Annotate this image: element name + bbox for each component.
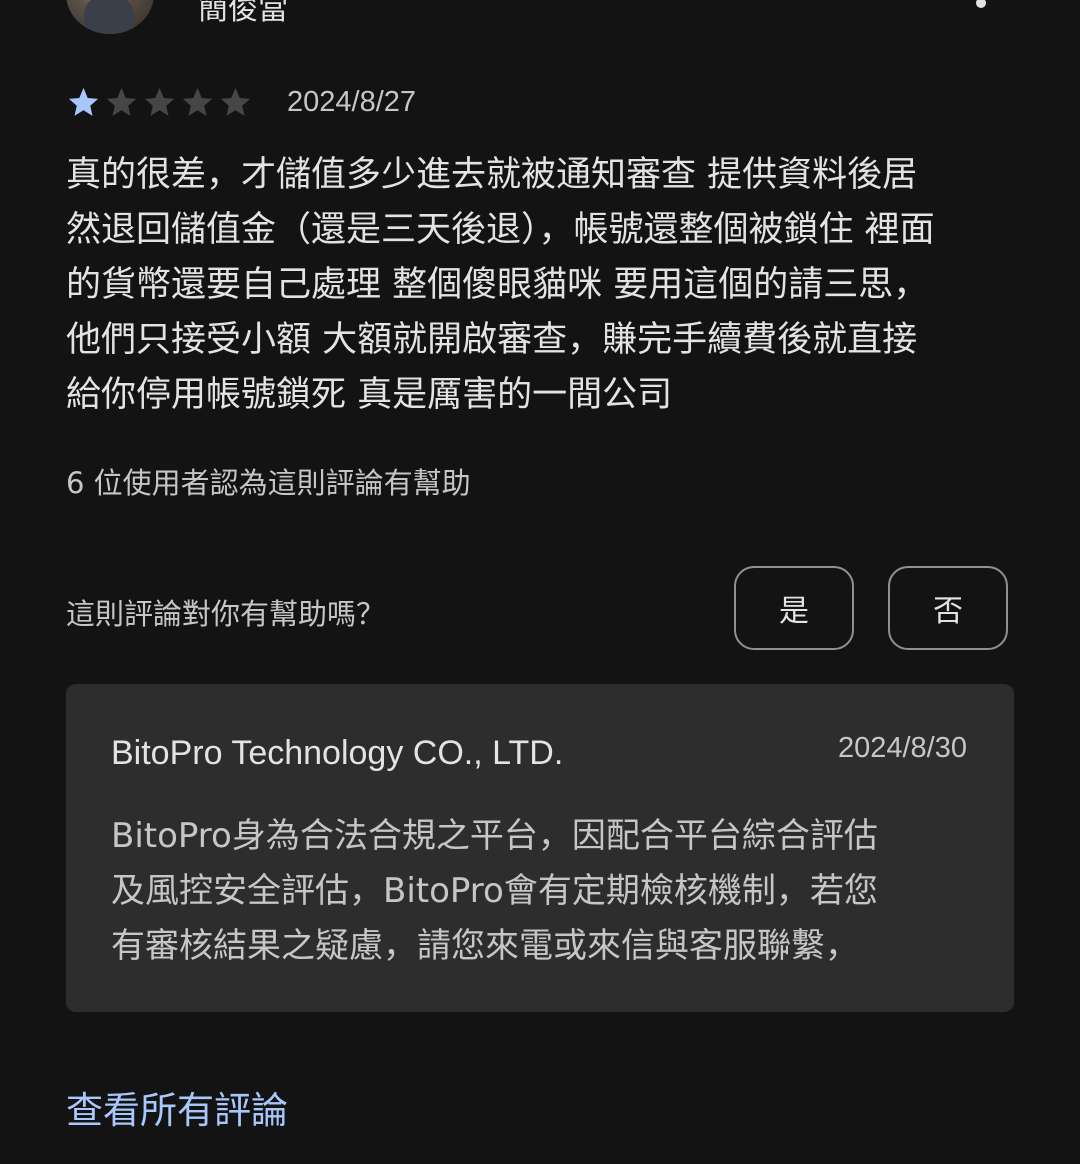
star-rating xyxy=(66,85,253,120)
helpful-question: 這則評論對你有幫助嗎？ xyxy=(66,597,386,631)
review-date: 2024/8/27 xyxy=(287,85,417,118)
star-empty-icon xyxy=(182,87,213,116)
more-vert-icon[interactable] xyxy=(966,0,996,18)
reply-text: BitoPro身為合法合規之平台，因配合平台綜合評估 及風控安全評估，BitoPr… xyxy=(111,809,981,974)
star-empty-icon xyxy=(220,87,251,116)
review-header: 簡俊當 xyxy=(0,0,1080,44)
rating-row: 2024/8/27 xyxy=(66,82,416,122)
review-text-line: 然退回儲值金（還是三天後退），帳號還整個被鎖住 裡面 xyxy=(66,210,935,250)
reviewer-avatar xyxy=(66,0,154,34)
reply-text-line: BitoPro身為合法合規之平台，因配合平台綜合評估 xyxy=(111,816,878,856)
see-all-reviews-link[interactable]: 查看所有評論 xyxy=(66,1080,288,1134)
reply-author: BitoPro Technology CO., LTD. xyxy=(111,734,564,772)
developer-reply: BitoPro Technology CO., LTD. 2024/8/30 B… xyxy=(66,684,1014,1012)
reviewer-name: 簡俊當 xyxy=(198,0,288,27)
helpful-no-button[interactable]: 否 xyxy=(888,566,1008,650)
helpful-yes-button[interactable]: 是 xyxy=(734,566,854,650)
review-text-line: 的貨幣還要自己處理 整個傻眼貓咪 要用這個的請三思， xyxy=(66,265,929,305)
star-empty-icon xyxy=(144,87,175,116)
review-text: 真的很差，才儲值多少進去就被通知審查 提供資料後居 然退回儲值金（還是三天後退），… xyxy=(66,148,1016,423)
review-text-line: 給你停用帳號鎖死 真是厲害的一間公司 xyxy=(66,375,673,415)
star-empty-icon xyxy=(106,87,137,116)
helpful-count: 6 位使用者認為這則評論有幫助 xyxy=(66,466,471,500)
reply-text-line: 及風控安全評估，BitoPro會有定期檢核機制，若您 xyxy=(111,871,878,911)
star-filled-icon xyxy=(68,87,99,116)
review-text-line: 真的很差，才儲值多少進去就被通知審查 提供資料後居 xyxy=(66,155,918,195)
review-text-line: 他們只接受小額 大額就開啟審查，賺完手續費後就直接 xyxy=(66,320,918,360)
reply-date: 2024/8/30 xyxy=(837,732,967,764)
reply-text-line: 有審核結果之疑慮，請您來電或來信與客服聯繫， xyxy=(111,926,859,966)
